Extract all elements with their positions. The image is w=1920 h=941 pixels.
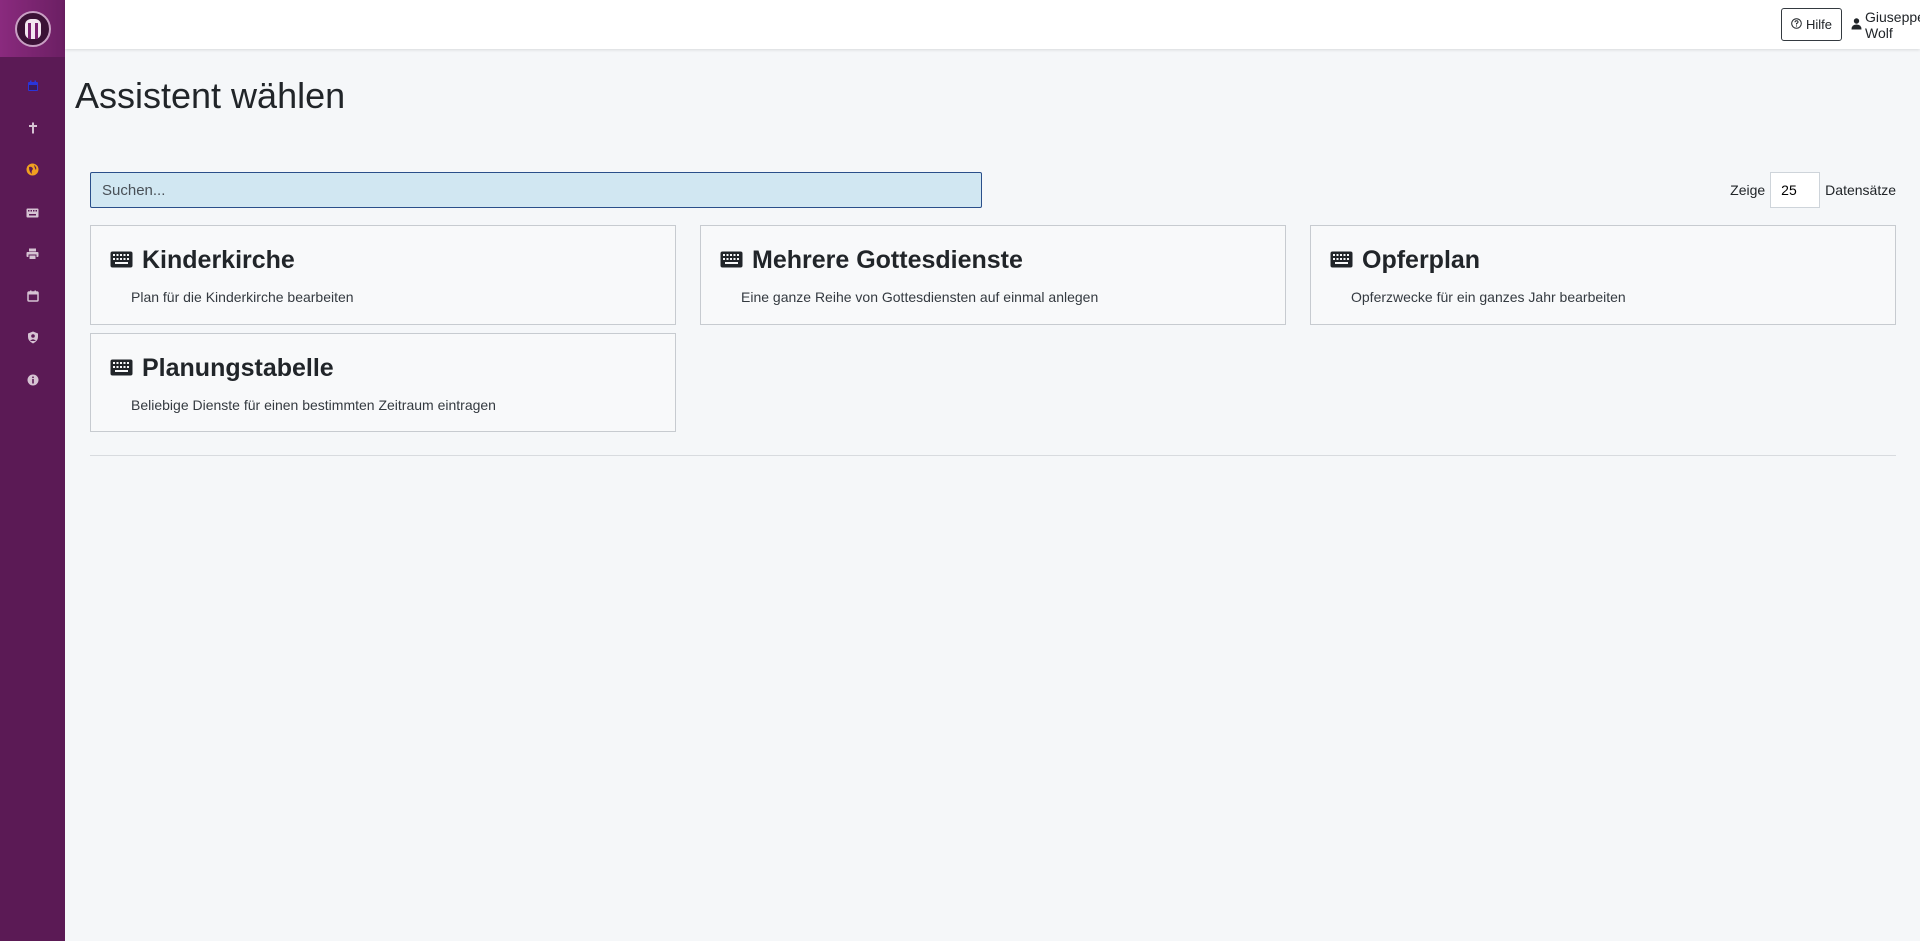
search-input[interactable] (90, 172, 982, 208)
app-logo[interactable] (0, 0, 65, 57)
card-title-row: Opferplan (1330, 246, 1480, 275)
keyboard-icon (110, 246, 133, 275)
user-menu[interactable]: Giuseppe Wolf (1851, 8, 1920, 41)
card-title: Mehrere Gottesdienste (752, 246, 1023, 274)
records-per-page: Zeige Datensätze (1730, 172, 1896, 208)
printer-icon (26, 247, 39, 265)
nav-globe[interactable] (0, 151, 65, 193)
card-description: Eine ganze Reihe von Gottesdiensten auf … (741, 289, 1099, 305)
nav-admin[interactable] (0, 319, 65, 361)
cross-icon (27, 121, 39, 139)
nav-schedule[interactable] (0, 277, 65, 319)
card-title-row: Mehrere Gottesdienste (720, 246, 1023, 275)
wizard-card-planungstabelle[interactable]: Planungstabelle Beliebige Dienste für ei… (90, 333, 676, 432)
card-description: Plan für die Kinderkirche bearbeiten (131, 289, 354, 305)
card-description: Opferzwecke für ein ganzes Jahr bearbeit… (1351, 289, 1626, 305)
top-navbar: Hilfe Giuseppe Wolf (65, 0, 1920, 49)
nav-keyboard[interactable] (0, 193, 65, 235)
side-nav (0, 57, 65, 403)
globe-icon (26, 163, 39, 181)
calendar-icon (27, 79, 39, 97)
keyboard-icon (26, 205, 39, 223)
records-prefix: Zeige (1730, 182, 1766, 198)
keyboard-icon (110, 354, 133, 383)
main-content: Assistent wählen Zeige Datensätze Kinder… (65, 49, 1920, 941)
sidebar (0, 0, 65, 941)
calendar-outline-icon (26, 289, 39, 307)
wizard-card-mehrere-gottesdienste[interactable]: Mehrere Gottesdienste Eine ganze Reihe v… (700, 225, 1286, 325)
info-icon (27, 373, 39, 391)
help-button[interactable]: Hilfe (1781, 8, 1842, 41)
wizard-card-opferplan[interactable]: Opferplan Opferzwecke für ein ganzes Jah… (1310, 225, 1896, 325)
user-name: Giuseppe Wolf (1865, 8, 1920, 41)
nav-services[interactable] (0, 109, 65, 151)
nav-info[interactable] (0, 361, 65, 403)
user-icon (1851, 17, 1862, 33)
card-title-row: Planungstabelle (110, 354, 334, 383)
card-title-row: Kinderkirche (110, 246, 295, 275)
question-circle-icon (1791, 17, 1802, 32)
help-label: Hilfe (1805, 17, 1832, 32)
page-title: Assistent wählen (75, 75, 346, 116)
nav-calendar[interactable] (0, 67, 65, 109)
logo-icon (14, 10, 51, 47)
card-title: Kinderkirche (142, 246, 295, 274)
card-title: Opferplan (1362, 246, 1481, 274)
nav-print[interactable] (0, 235, 65, 277)
wizard-card-kinderkirche[interactable]: Kinderkirche Plan für die Kinderkirche b… (90, 225, 676, 325)
keyboard-icon (720, 246, 743, 275)
card-description: Beliebige Dienste für einen bestimmten Z… (131, 397, 496, 413)
user-shield-icon (27, 331, 39, 349)
divider (90, 455, 1896, 456)
card-title: Planungstabelle (142, 354, 334, 382)
records-count-input[interactable] (1770, 172, 1821, 208)
records-suffix: Datensätze (1825, 182, 1896, 198)
keyboard-icon (1330, 246, 1353, 275)
